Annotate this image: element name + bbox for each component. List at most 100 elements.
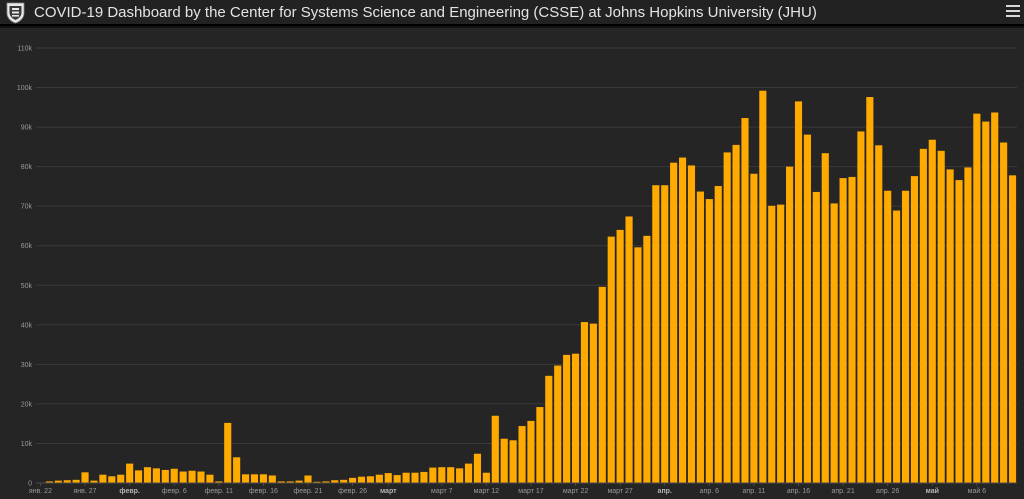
bar[interactable] [732,144,740,483]
bar[interactable] [616,229,624,483]
bar[interactable] [607,236,615,483]
bar[interactable] [598,286,606,483]
bar[interactable] [696,191,704,484]
bar[interactable] [937,150,945,483]
bar[interactable] [687,165,696,483]
bar[interactable] [170,468,178,483]
bar[interactable] [812,191,820,483]
bar[interactable] [901,190,910,483]
bar[interactable] [661,185,669,483]
bar[interactable] [402,472,410,483]
university-shield-icon [6,2,25,24]
bar[interactable] [884,190,892,483]
bar[interactable] [268,475,276,483]
bar[interactable] [349,477,357,483]
bar[interactable] [928,139,936,483]
bar[interactable] [955,180,963,483]
bar[interactable] [741,118,749,483]
bar[interactable] [429,467,437,483]
bar[interactable] [509,440,517,483]
bar[interactable] [456,468,464,483]
bar[interactable] [536,407,544,483]
bar[interactable] [589,323,597,483]
bar[interactable] [982,121,990,484]
bar[interactable] [848,176,856,484]
bar[interactable] [420,471,428,483]
bar[interactable] [910,176,918,483]
bar[interactable] [518,426,526,483]
bar[interactable] [866,97,874,483]
bar[interactable] [500,438,508,483]
bar[interactable] [670,162,678,483]
bar[interactable] [839,178,847,483]
bar[interactable] [375,474,383,483]
bar[interactable] [134,470,143,483]
x-tick-label: февр. 21 [294,488,323,495]
bar[interactable] [794,101,803,483]
bar[interactable] [1008,175,1017,483]
bar[interactable] [473,453,482,483]
bar[interactable] [946,169,954,483]
bar[interactable] [991,112,999,484]
bar[interactable] [563,354,571,483]
bar[interactable] [893,210,901,483]
bar[interactable] [571,353,580,483]
bar[interactable] [768,205,776,484]
bar[interactable] [1000,142,1008,483]
bar[interactable] [152,468,160,483]
bar[interactable] [830,203,838,483]
bar[interactable] [304,475,312,483]
bar[interactable] [161,469,169,483]
bar[interactable] [803,134,811,483]
bar[interactable] [723,152,731,483]
bar[interactable] [464,463,473,483]
bar[interactable] [554,365,562,483]
bar[interactable] [99,474,107,483]
bar[interactable] [259,474,267,483]
bar[interactable] [482,472,490,483]
bar[interactable] [81,472,89,483]
bar[interactable] [206,474,214,483]
bar[interactable] [126,463,134,483]
bar[interactable] [393,475,401,483]
bar[interactable] [705,199,713,483]
bar[interactable] [197,471,205,483]
x-tick-label: март 27 [607,488,632,495]
bar[interactable] [108,476,116,483]
bar[interactable] [143,467,152,483]
bar[interactable] [973,113,981,484]
bar[interactable] [875,145,883,483]
bar[interactable] [964,167,972,483]
bar[interactable] [750,173,758,483]
bar[interactable] [179,471,187,483]
bar[interactable] [857,131,865,483]
bar[interactable] [233,457,241,483]
bar[interactable] [759,90,767,484]
bar[interactable] [117,474,125,483]
bar[interactable] [821,153,829,483]
bar[interactable] [919,148,927,483]
bar[interactable] [643,235,651,483]
bar[interactable] [652,185,660,483]
bar[interactable] [366,476,374,483]
bar[interactable] [224,422,232,483]
bar[interactable] [438,467,446,483]
bar[interactable] [679,157,687,484]
bar[interactable] [357,476,366,483]
bar[interactable] [527,420,535,483]
bar[interactable] [580,322,589,483]
bar[interactable] [384,473,392,483]
bar[interactable] [625,216,633,483]
bar[interactable] [634,247,642,483]
bar[interactable] [491,415,499,483]
bar[interactable] [714,186,722,483]
bar[interactable] [242,474,250,483]
bar[interactable] [411,472,419,483]
bar[interactable] [545,375,553,483]
bar[interactable] [777,204,785,483]
hamburger-menu-icon[interactable] [1006,4,1020,20]
bar[interactable] [447,467,455,483]
bar[interactable] [786,166,794,483]
bar[interactable] [250,474,259,483]
bar[interactable] [188,470,196,483]
